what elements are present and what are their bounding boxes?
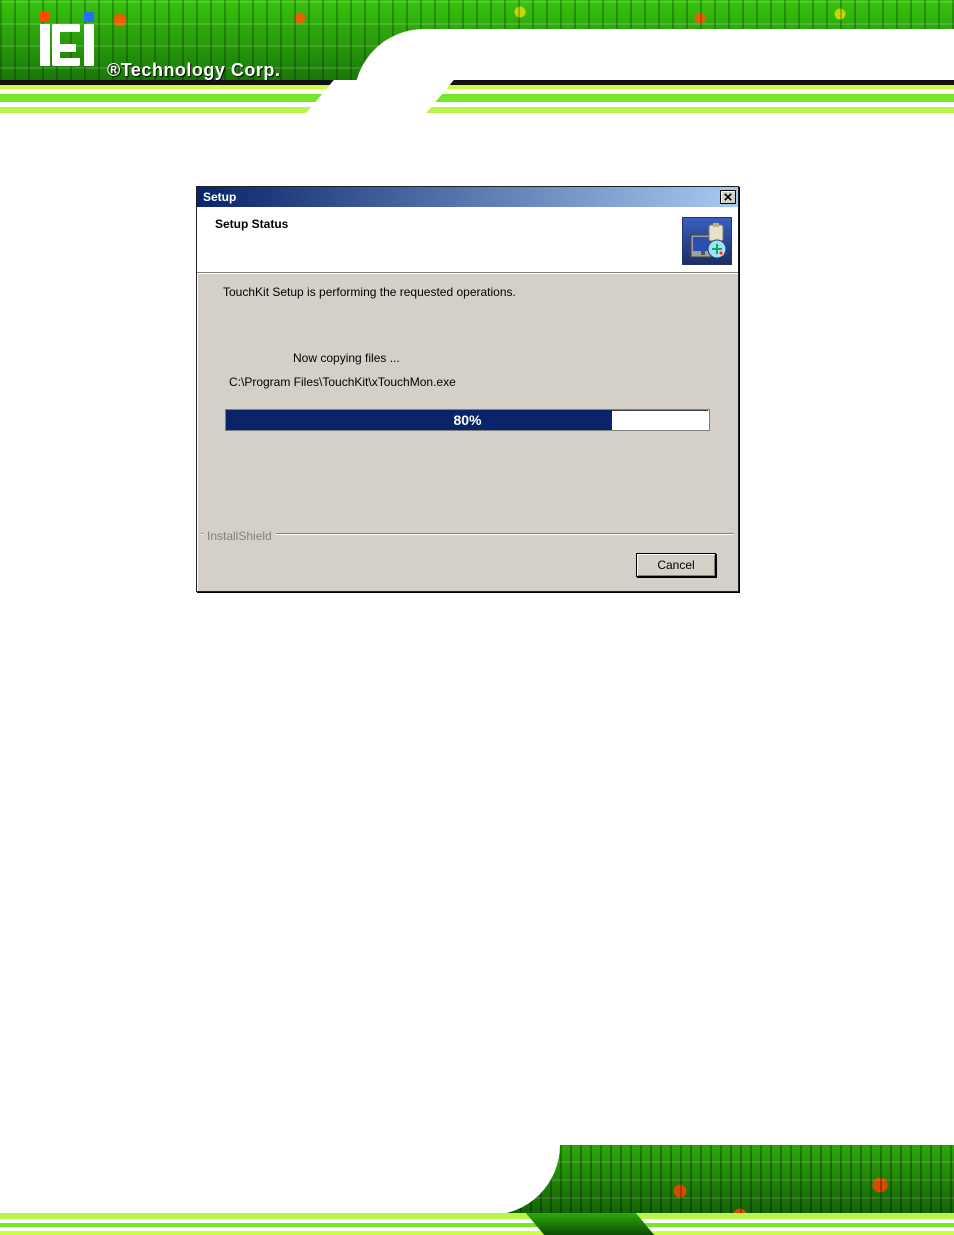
iei-logo xyxy=(40,24,94,66)
close-button[interactable] xyxy=(720,190,736,204)
banner-title: Setup Status xyxy=(215,217,720,231)
header-stripes xyxy=(0,80,954,113)
page-header: ®Technology Corp. xyxy=(0,0,954,113)
titlebar[interactable]: Setup xyxy=(197,187,738,207)
footer-curve xyxy=(0,1145,560,1215)
dialog-body: TouchKit Setup is performing the request… xyxy=(197,273,738,443)
cancel-button-label: Cancel xyxy=(657,558,694,572)
installshield-label: InstallShield xyxy=(203,529,276,543)
progress-label: 80% xyxy=(226,410,709,430)
footer-stripes xyxy=(0,1213,954,1235)
separator-line xyxy=(201,533,734,535)
status-message: TouchKit Setup is performing the request… xyxy=(223,285,712,299)
action-message: Now copying files ... xyxy=(293,351,712,365)
dialog-banner: Setup Status xyxy=(197,207,738,273)
brand-text: ®Technology Corp. xyxy=(107,60,280,81)
installer-icon xyxy=(682,217,732,265)
footer-stripe-cap xyxy=(526,1213,654,1235)
close-icon xyxy=(724,193,732,201)
dialog-title: Setup xyxy=(203,190,236,204)
file-path: C:\Program Files\TouchKit\xTouchMon.exe xyxy=(229,375,712,389)
cancel-button[interactable]: Cancel xyxy=(636,553,716,577)
setup-dialog: Setup Setup Status TouchKit Setup is per xyxy=(196,186,739,592)
page-footer xyxy=(0,1145,954,1235)
progress-bar: 80% xyxy=(225,409,710,431)
